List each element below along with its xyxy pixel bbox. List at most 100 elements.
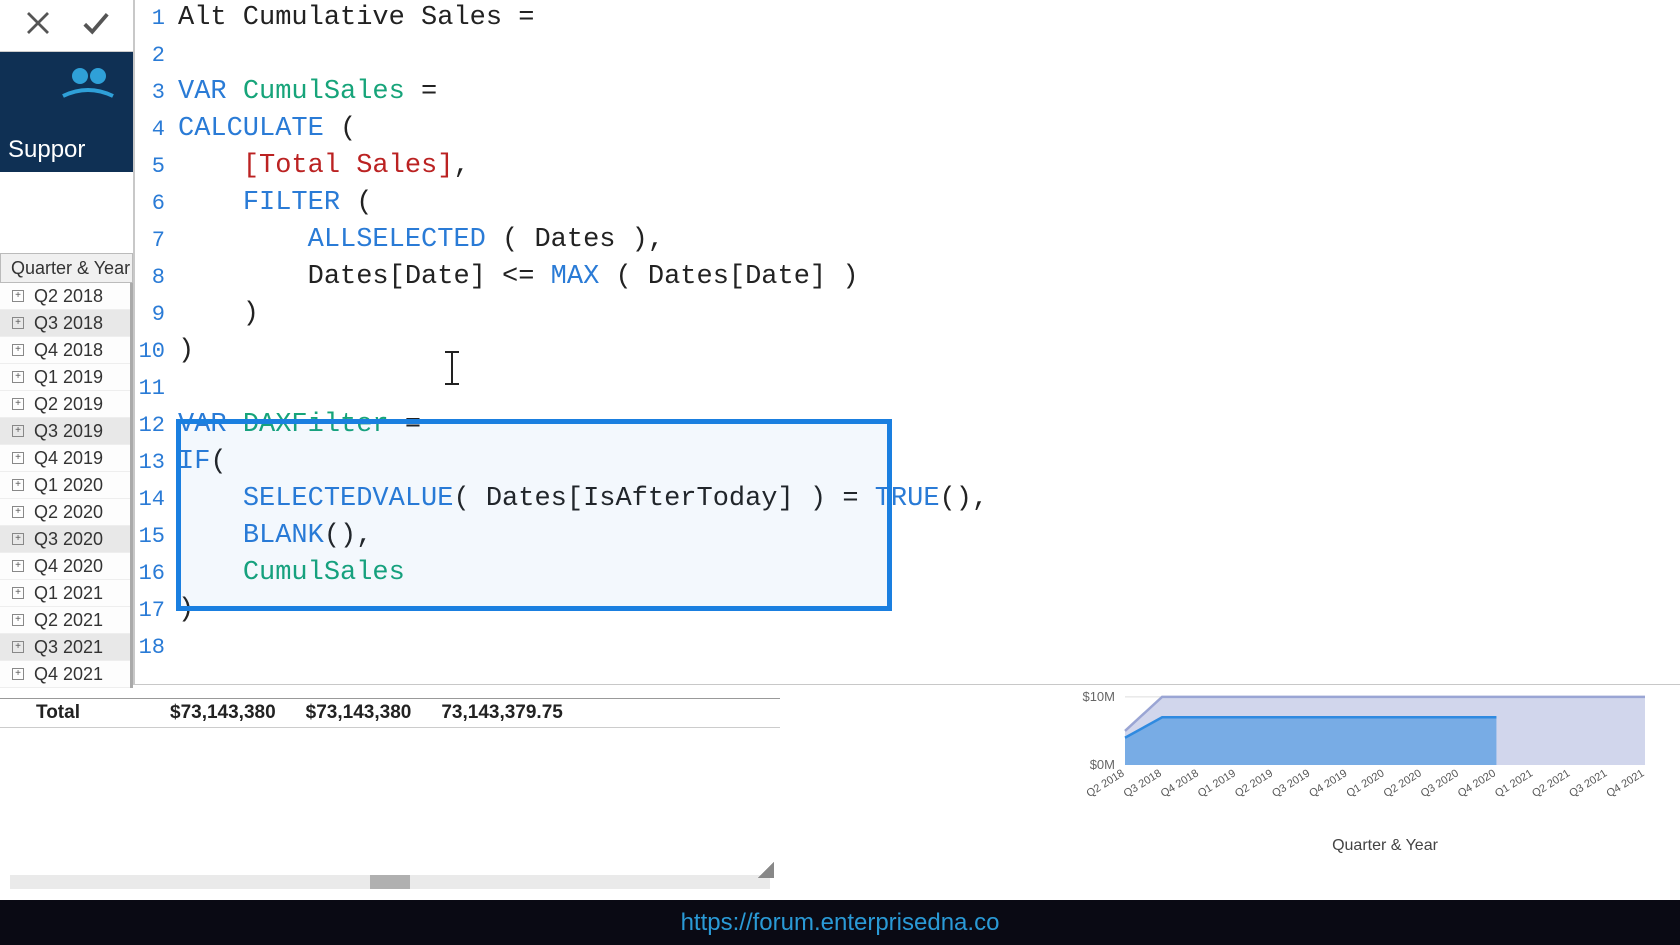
slicer-item[interactable]: +Q4 2021 xyxy=(0,661,130,688)
confirm-icon[interactable] xyxy=(81,8,111,43)
slicer-item[interactable]: + Q2 2021 xyxy=(0,607,130,634)
code-content[interactable]: ) xyxy=(173,296,259,333)
code-content[interactable]: [Total Sales], xyxy=(173,148,470,185)
expand-icon[interactable]: + xyxy=(12,371,24,383)
code-content[interactable]: VAR DAXFilter = xyxy=(173,407,421,444)
line-number: 17 xyxy=(135,592,173,629)
slicer-item[interactable]: + Q1 2020 xyxy=(0,472,130,499)
code-content[interactable] xyxy=(173,37,178,74)
slicer-item[interactable]: +Q3 2019 xyxy=(0,418,130,445)
x-tick-label: Q4 2019 xyxy=(1307,767,1349,800)
slicer-item[interactable]: + Q4 2019 xyxy=(0,445,130,472)
logo-text: Suppor xyxy=(8,136,85,164)
code-line[interactable]: 18 xyxy=(135,629,1680,666)
code-line[interactable]: 17) xyxy=(135,592,1680,629)
x-tick-label: Q4 2018 xyxy=(1159,767,1201,800)
code-content[interactable]: ) xyxy=(173,333,194,370)
slicer-item-label: Q2 2020 xyxy=(34,502,103,523)
code-line[interactable]: 4CALCULATE ( xyxy=(135,111,1680,148)
slicer-item[interactable]: +Q3 2020 xyxy=(0,526,130,553)
code-content[interactable]: FILTER ( xyxy=(173,185,372,222)
slicer-header: Quarter & Year xyxy=(0,253,133,283)
code-content[interactable]: ALLSELECTED ( Dates ), xyxy=(173,222,664,259)
expand-icon[interactable]: + xyxy=(12,668,24,680)
slicer-item-label: Q4 2019 xyxy=(34,448,103,469)
code-content[interactable]: SELECTEDVALUE( Dates[IsAfterToday] ) = T… xyxy=(173,481,988,518)
line-number: 1 xyxy=(135,0,173,37)
code-line[interactable]: 14 SELECTEDVALUE( Dates[IsAfterToday] ) … xyxy=(135,481,1680,518)
expand-icon[interactable]: + xyxy=(12,587,24,599)
slicer-item[interactable]: +Q1 2019 xyxy=(0,364,130,391)
code-content[interactable]: Dates[Date] <= MAX ( Dates[Date] ) xyxy=(173,259,859,296)
code-content[interactable] xyxy=(173,370,178,407)
code-content[interactable]: Alt Cumulative Sales = xyxy=(173,0,534,37)
x-tick-label: Q4 2021 xyxy=(1604,767,1646,800)
slicer-item-label: Q1 2020 xyxy=(34,475,103,496)
expand-icon[interactable]: + xyxy=(12,533,24,545)
line-number: 12 xyxy=(135,407,173,444)
expand-icon[interactable]: + xyxy=(12,560,24,572)
line-number: 3 xyxy=(135,74,173,111)
close-icon[interactable] xyxy=(23,8,53,43)
code-line[interactable]: 5 [Total Sales], xyxy=(135,148,1680,185)
x-tick-label: Q1 2020 xyxy=(1344,767,1386,800)
code-line[interactable]: 9 ) xyxy=(135,296,1680,333)
slicer-item[interactable]: + Q4 2020 xyxy=(0,553,130,580)
code-content[interactable]: IF( xyxy=(173,444,227,481)
slicer-item[interactable]: + Q3 2021 xyxy=(0,634,130,661)
x-tick-label: Q4 2020 xyxy=(1456,767,1498,800)
code-line[interactable]: 8 Dates[Date] <= MAX ( Dates[Date] ) xyxy=(135,259,1680,296)
code-line[interactable]: 2 xyxy=(135,37,1680,74)
code-line[interactable]: 12VAR DAXFilter = xyxy=(135,407,1680,444)
horizontal-scrollbar[interactable] xyxy=(10,875,770,889)
expand-icon[interactable]: + xyxy=(12,425,24,437)
dax-formula-editor[interactable]: 1Alt Cumulative Sales =23VAR CumulSales … xyxy=(133,0,1680,685)
expand-icon[interactable]: + xyxy=(12,641,24,653)
footer-link[interactable]: https://forum.enterprisedna.co xyxy=(681,909,1000,937)
slicer-item[interactable]: + Q2 2020 xyxy=(0,499,130,526)
cumulative-sales-chart[interactable]: $10M$0MQ2 2018Q3 2018Q4 2018Q1 2019Q2 20… xyxy=(1065,685,1665,865)
expand-icon[interactable]: + xyxy=(12,506,24,518)
code-content[interactable]: CALCULATE ( xyxy=(173,111,356,148)
resize-handle-icon[interactable] xyxy=(758,862,774,878)
expand-icon[interactable]: + xyxy=(12,344,24,356)
code-line[interactable]: 1Alt Cumulative Sales = xyxy=(135,0,1680,37)
expand-icon[interactable]: + xyxy=(12,290,24,302)
slicer-item[interactable]: + Q2 2019 xyxy=(0,391,130,418)
code-line[interactable]: 3VAR CumulSales = xyxy=(135,74,1680,111)
slicer-item-label: Q3 2021 xyxy=(34,637,103,658)
code-line[interactable]: 16 CumulSales xyxy=(135,555,1680,592)
expand-icon[interactable]: + xyxy=(12,452,24,464)
code-content[interactable]: BLANK(), xyxy=(173,518,372,555)
slicer-item[interactable]: +Q3 2018 xyxy=(0,310,130,337)
code-content[interactable] xyxy=(173,629,178,666)
slicer-item[interactable]: +Q4 2018 xyxy=(0,337,130,364)
scrollbar-thumb[interactable] xyxy=(370,875,410,889)
line-number: 4 xyxy=(135,111,173,148)
x-axis-title: Quarter & Year xyxy=(1332,837,1439,854)
code-line[interactable]: 15 BLANK(), xyxy=(135,518,1680,555)
code-line[interactable]: 7 ALLSELECTED ( Dates ), xyxy=(135,222,1680,259)
expand-icon[interactable]: + xyxy=(12,398,24,410)
code-line[interactable]: 13IF( xyxy=(135,444,1680,481)
line-number: 18 xyxy=(135,629,173,666)
line-number: 10 xyxy=(135,333,173,370)
quarter-slicer[interactable]: +Q2 2018+Q3 2018+Q4 2018+Q1 2019+Q2 2019… xyxy=(0,283,133,688)
line-number: 7 xyxy=(135,222,173,259)
code-line[interactable]: 6 FILTER ( xyxy=(135,185,1680,222)
slicer-item[interactable]: +Q2 2018 xyxy=(0,283,130,310)
code-content[interactable]: VAR CumulSales = xyxy=(173,74,437,111)
code-line[interactable]: 11 xyxy=(135,370,1680,407)
line-number: 13 xyxy=(135,444,173,481)
slicer-item[interactable]: +Q1 2021 xyxy=(0,580,130,607)
expand-icon[interactable]: + xyxy=(12,614,24,626)
slicer-item-label: Q2 2021 xyxy=(34,610,103,631)
code-line[interactable]: 10) xyxy=(135,333,1680,370)
code-content[interactable]: CumulSales xyxy=(173,555,405,592)
totals-row: Total $73,143,380 $73,143,380 73,143,379… xyxy=(0,698,780,728)
expand-icon[interactable]: + xyxy=(12,317,24,329)
slicer-item-label: Q2 2019 xyxy=(34,394,103,415)
expand-icon[interactable]: + xyxy=(12,479,24,491)
slicer-item-label: Q4 2020 xyxy=(34,556,103,577)
code-content[interactable]: ) xyxy=(173,592,194,629)
